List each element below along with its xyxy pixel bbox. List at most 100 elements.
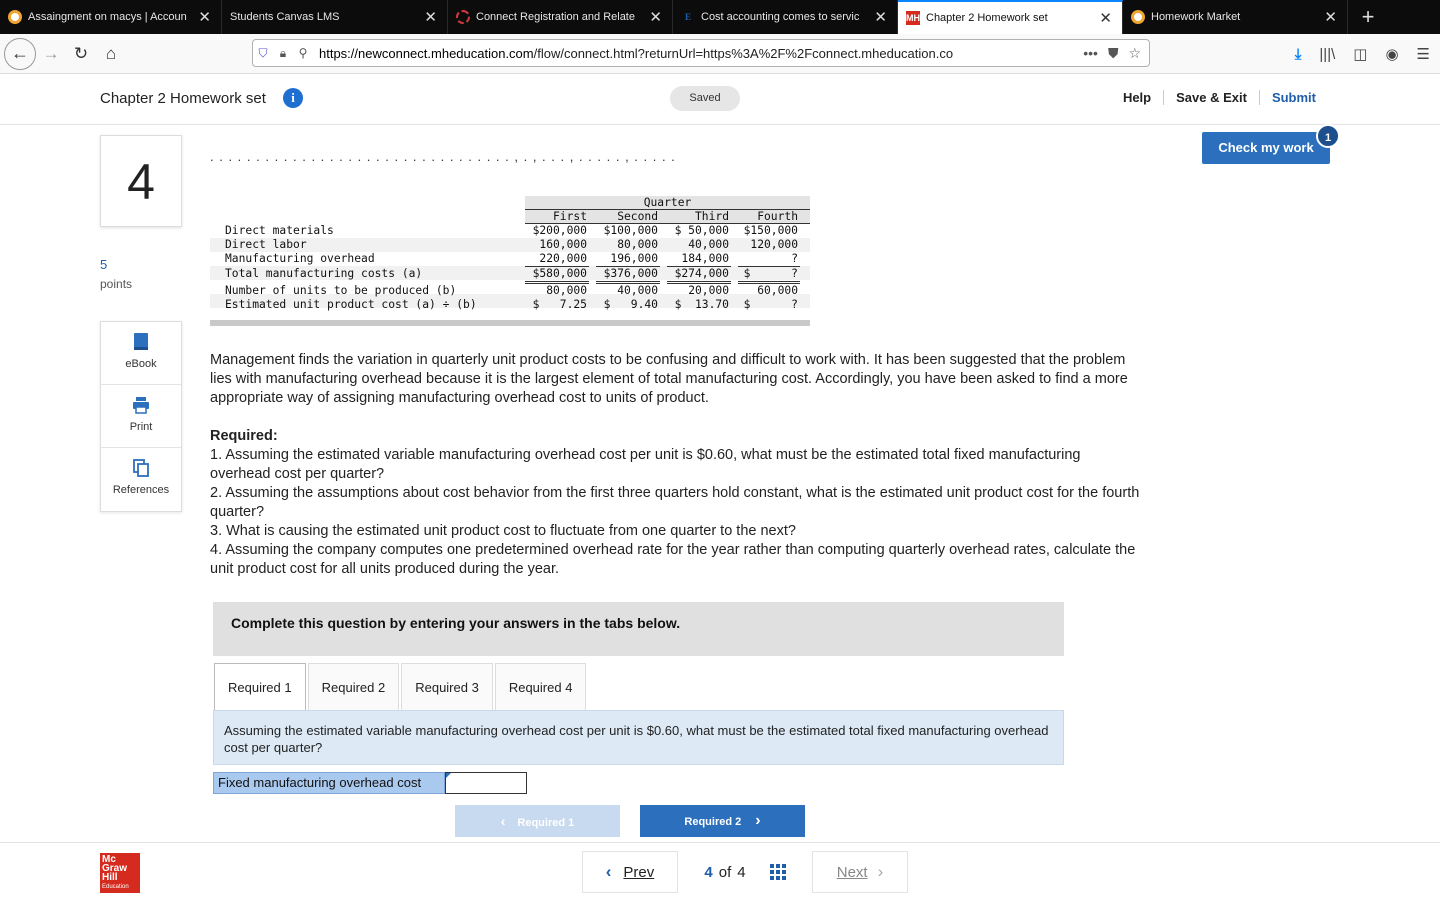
permissions-icon[interactable]: ⚲ [293,46,313,60]
required-item: 1. Assuming the estimated variable manuf… [210,447,1081,482]
table-cell: 120,000 [750,238,798,251]
previous-required-label: Required 1 [517,817,575,829]
page-actions-icon[interactable]: ••• [1083,45,1098,62]
browser-tab[interactable]: Assaingment on macys | Accoun ✕ [0,0,222,34]
homework-market-favicon-icon [8,10,22,24]
table-cell: 220,000 [539,252,587,265]
table-cell: $200,000 [532,224,587,237]
tab-required-4[interactable]: Required 4 [494,663,587,711]
grid-view-icon[interactable] [769,864,786,880]
references-button[interactable]: References [101,448,181,511]
back-arrow-icon[interactable]: ← [4,37,36,70]
question-tools-panel: eBook Print References [100,321,182,512]
table-row: Estimated unit product cost (a) ÷ (b) $ … [210,298,810,312]
browser-tab[interactable]: Students Canvas LMS ✕ [222,0,448,34]
new-tab-button[interactable]: + [1348,0,1388,34]
mcgraw-hill-favicon-icon: MH [906,11,920,25]
print-button[interactable]: Print [101,385,181,448]
url-text: https://newconnect.mheducation.com/flow/… [319,46,1083,61]
table-cell: $ ? [743,267,798,280]
chevron-right-icon: › [755,812,761,829]
print-label: Print [129,421,153,433]
fixed-overhead-input[interactable] [445,772,527,794]
save-exit-link[interactable]: Save & Exit [1164,90,1260,105]
table-cell: 20,000 [688,284,729,297]
download-icon[interactable]: ⤓ [1295,46,1302,63]
mcgraw-hill-logo: Mc Graw Hill Education [100,853,140,893]
e-favicon-icon: E [684,12,691,22]
points-label: points [100,277,133,291]
tab-required-1[interactable]: Required 1 [214,663,306,712]
next-question-button[interactable]: Next › [812,851,908,893]
info-icon[interactable]: i [283,88,303,108]
table-cell: 60,000 [757,284,798,297]
check-my-work-button[interactable]: Check my work [1202,132,1330,164]
required-item: 4. Assuming the company computes one pre… [210,542,1136,577]
pocket-icon[interactable]: ⛊ [1108,45,1119,62]
close-tab-icon[interactable]: ✕ [874,8,887,26]
table-cell: $ 13.70 [674,298,729,311]
table-group-header-row: Quarter [210,196,810,210]
assignment-title: Chapter 2 Homework set [100,90,266,107]
browser-nav-bar: ← → ↻ ⌂ ⛉ 🔒︎ ⚲ https://newconnect.mheduc… [0,34,1440,74]
saved-status-badge: Saved [670,86,740,111]
browser-tab-strip: Assaingment on macys | Accoun ✕ Students… [0,0,1440,34]
table-row: Direct labor 160,000 80,000 40,000 120,0… [210,238,810,252]
table-row: Number of units to be produced (b) 80,00… [210,284,810,298]
required-item: 3. What is causing the estimated unit pr… [210,523,796,539]
check-my-work-count-badge: 1 [1316,124,1340,148]
forward-arrow-icon[interactable]: → [36,39,66,69]
table-cell: $ ? [743,298,798,311]
question-prompt-panel: Assuming the estimated variable manufact… [213,710,1064,765]
sidebar-icon[interactable]: ◫ [1353,45,1367,63]
next-label: Next [836,863,868,881]
close-tab-icon[interactable]: ✕ [1099,9,1112,27]
table-cell: $150,000 [743,224,798,237]
points-value: 5 [100,257,108,272]
bookmark-star-icon[interactable]: ☆ [1128,45,1141,62]
reload-icon[interactable]: ↻ [66,39,96,69]
row-label: Direct materials [225,224,334,237]
close-tab-icon[interactable]: ✕ [1324,8,1337,26]
page-indicator: 4 of 4 [678,851,812,893]
close-tab-icon[interactable]: ✕ [198,8,211,26]
ebook-button[interactable]: eBook [101,322,181,385]
address-bar[interactable]: ⛉ 🔒︎ ⚲ https://newconnect.mheducation.co… [252,39,1150,67]
table-column-header-row: First Second Third Fourth [210,210,810,224]
shield-icon[interactable]: ⛉ [253,46,273,61]
ebook-label: eBook [125,358,157,370]
row-label: Number of units to be produced (b) [225,284,457,297]
row-label: Estimated unit product cost (a) ÷ (b) [225,298,477,311]
submit-link[interactable]: Submit [1260,90,1328,105]
tab-required-2[interactable]: Required 2 [307,663,400,711]
browser-tab-active[interactable]: MH Chapter 2 Homework set ✕ [898,0,1123,34]
previous-required-button[interactable]: ‹ Required 1 [455,805,620,837]
chevron-left-icon: ‹ [605,862,612,881]
menu-icon[interactable]: ☰ [1417,45,1430,63]
row-label: Manufacturing overhead [225,252,375,265]
browser-tab-label: Homework Market [1151,11,1241,23]
help-link[interactable]: Help [1111,90,1165,105]
table-row: Total manufacturing costs (a) $580,000 $… [210,267,810,281]
home-icon[interactable]: ⌂ [96,39,126,69]
lock-icon[interactable]: 🔒︎ [273,46,293,61]
browser-tab[interactable]: Homework Market ✕ [1123,0,1348,34]
book-icon [134,333,148,350]
column-header: Second [617,210,658,223]
prev-question-button[interactable]: ‹ Prev [582,851,678,893]
tab-required-3[interactable]: Required 3 [401,663,493,711]
required-section: Required: 1. Assuming the estimated vari… [210,427,1140,579]
column-header: Fourth [757,210,798,223]
browser-tab-label: Students Canvas LMS [230,11,340,23]
table-cell: $ 7.25 [532,298,587,311]
account-icon[interactable]: ◉ [1385,45,1398,63]
table-cell: 80,000 [617,238,658,251]
browser-tab[interactable]: E Cost accounting comes to servic ✕ [673,0,898,34]
close-tab-icon[interactable]: ✕ [424,8,437,26]
close-tab-icon[interactable]: ✕ [649,8,662,26]
required-item: 2. Assuming the assumptions about cost b… [210,485,1140,520]
library-icon[interactable]: |||\ [1319,46,1335,63]
next-required-button[interactable]: Required 2 › [640,805,805,837]
browser-tab[interactable]: Connect Registration and Relate ✕ [448,0,673,34]
column-header: First [552,210,587,223]
